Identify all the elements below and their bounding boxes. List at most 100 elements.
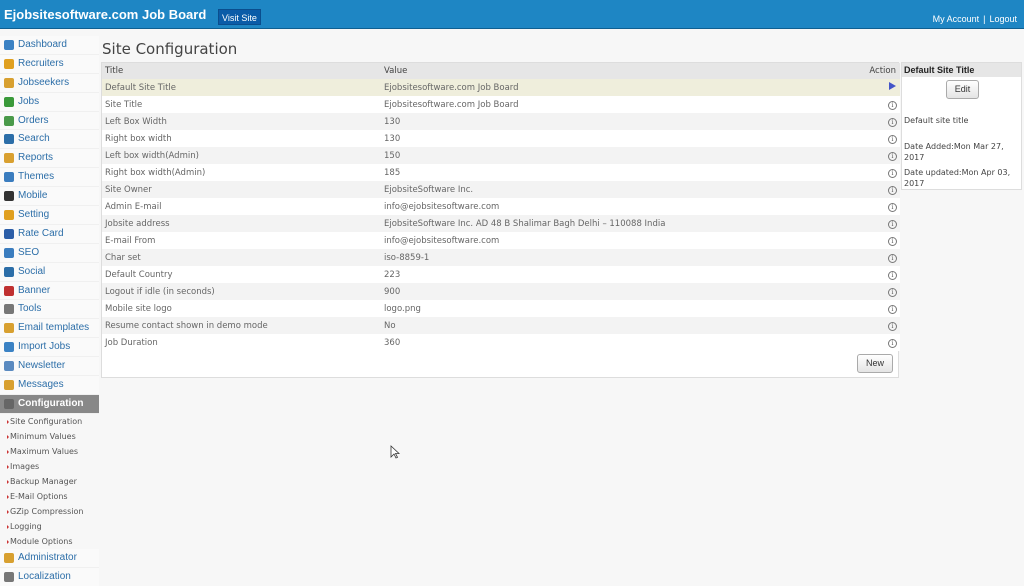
sidebar-item-email-templates[interactable]: Email templates: [0, 319, 99, 339]
table-row[interactable]: Char set iso-8859-1 i: [102, 249, 900, 266]
info-icon[interactable]: i: [888, 168, 897, 178]
table-row[interactable]: Admin E-mail info@ejobsitesoftware.com i: [102, 198, 900, 215]
table-row[interactable]: Resume contact shown in demo mode No i: [102, 317, 900, 334]
sidebar-item-search[interactable]: Search: [0, 130, 99, 150]
globe-icon: [4, 266, 14, 277]
config-table: Title Value Action Default Site Title Ejo…: [102, 63, 900, 351]
sidebar-item-dashboard[interactable]: Dashboard: [0, 36, 99, 55]
edit-button[interactable]: Edit: [946, 80, 979, 99]
sidebar-subitem-logging[interactable]: Logging: [0, 519, 99, 534]
sidebar-item-banner[interactable]: Banner: [0, 281, 99, 301]
sidebar-subitem-module-options[interactable]: Module Options: [0, 534, 99, 549]
table-row[interactable]: Default Country 223 i: [102, 266, 900, 283]
cell-value: 150: [381, 147, 831, 164]
cell-title: Site Owner: [102, 181, 381, 198]
sidebar-item-messages[interactable]: Messages: [0, 376, 99, 395]
table-row[interactable]: Default Site Title Ejobsitesoftware.com J…: [102, 79, 900, 96]
bar-chart-icon: [4, 247, 14, 258]
info-icon[interactable]: i: [888, 236, 897, 246]
cell-title: Admin E-mail: [102, 198, 381, 215]
info-icon[interactable]: i: [888, 100, 897, 110]
sidebar-item-tools[interactable]: Tools: [0, 300, 99, 320]
config-table-body: Default Site Title Ejobsitesoftware.com J…: [102, 79, 900, 351]
sidebar-item-import-jobs[interactable]: Import Jobs: [0, 338, 99, 358]
sidebar-item-label: Search: [18, 133, 50, 145]
sidebar-subitem-gzip-compression[interactable]: GZip Compression: [0, 504, 99, 519]
sidebar-item-rate-card[interactable]: Rate Card: [0, 224, 99, 244]
sidebar-item-reports[interactable]: Reports: [0, 149, 99, 169]
sidebar-item-jobs[interactable]: Jobs: [0, 92, 99, 112]
table-row[interactable]: Left box width(Admin) 150 i: [102, 147, 900, 164]
sidebar: Dashboard Recruiters Jobseekers Jobs Orders S…: [0, 36, 99, 586]
mail-icon: [4, 323, 14, 334]
sidebar-item-label: Themes: [18, 171, 55, 183]
sidebar-item-jobseekers[interactable]: Jobseekers: [0, 73, 99, 93]
sidebar-item-label: SEO: [18, 246, 40, 258]
cell-action: i: [831, 249, 900, 266]
selected-arrow-icon[interactable]: [889, 82, 896, 90]
info-icon[interactable]: i: [888, 134, 897, 144]
sidebar-item-mobile[interactable]: Mobile: [0, 187, 99, 207]
info-icon[interactable]: i: [888, 219, 897, 229]
table-row[interactable]: Jobsite address EjobsiteSoftware Inc. AD …: [102, 215, 900, 232]
sidebar-item-social[interactable]: Social: [0, 262, 99, 282]
table-row[interactable]: E-mail From info@ejobsitesoftware.com i: [102, 232, 900, 249]
sidebar-item-configuration[interactable]: Configuration: [0, 394, 99, 414]
info-icon[interactable]: i: [888, 253, 897, 263]
table-row[interactable]: Right box width 130 i: [102, 130, 900, 147]
table-row[interactable]: Right box width(Admin) 185 i: [102, 164, 900, 181]
info-icon[interactable]: i: [888, 202, 897, 212]
info-icon[interactable]: i: [888, 304, 897, 314]
sidebar-subitem-maximum-values[interactable]: Maximum Values: [0, 444, 99, 459]
info-icon[interactable]: i: [888, 117, 897, 127]
table-row[interactable]: Mobile site logo logo.png i: [102, 300, 900, 317]
info-icon[interactable]: i: [888, 287, 897, 297]
sidebar-subitem-images[interactable]: Images: [0, 459, 99, 474]
mobile-icon: [4, 191, 14, 202]
my-account-link[interactable]: My Account: [933, 14, 980, 24]
table-row[interactable]: Site Title Ejobsitesoftware.com Job Board…: [102, 96, 900, 113]
cell-value: iso-8859-1: [381, 249, 831, 266]
table-row[interactable]: Site Owner EjobsiteSoftware Inc. i: [102, 181, 900, 198]
info-icon[interactable]: i: [888, 321, 897, 331]
sidebar-item-administrator[interactable]: Administrator: [0, 548, 99, 568]
sidebar-item-newsletter[interactable]: Newsletter: [0, 357, 99, 377]
users-icon: [4, 77, 14, 88]
sidebar-item-seo[interactable]: SEO: [0, 243, 99, 263]
sidebar-item-themes[interactable]: Themes: [0, 168, 99, 188]
table-row[interactable]: Left Box Width 130 i: [102, 113, 900, 130]
config-icon: [4, 398, 14, 409]
logout-link[interactable]: Logout: [989, 14, 1017, 24]
sidebar-item-orders[interactable]: Orders: [0, 111, 99, 131]
cell-title: Resume contact shown in demo mode: [102, 317, 381, 334]
sidebar-subitem-minimum-values[interactable]: Minimum Values: [0, 429, 99, 444]
sidebar-subitem-e-mail-options[interactable]: E-Mail Options: [0, 489, 99, 504]
table-row[interactable]: Job Duration 360 i: [102, 334, 900, 351]
tools-icon: [4, 304, 14, 315]
cell-action: i: [831, 266, 900, 283]
table-row[interactable]: Logout if idle (in seconds) 900 i: [102, 283, 900, 300]
cell-action: i: [831, 317, 900, 334]
cell-value: info@ejobsitesoftware.com: [381, 232, 831, 249]
cart-icon: [4, 115, 14, 126]
info-icon[interactable]: i: [888, 151, 897, 161]
info-icon[interactable]: i: [888, 338, 897, 348]
info-icon[interactable]: i: [888, 270, 897, 280]
sidebar-item-setting[interactable]: Setting: [0, 206, 99, 225]
sidebar-item-localization[interactable]: Localization: [0, 567, 99, 586]
site-brand[interactable]: Ejobsitesoftware.com Job Board: [4, 7, 206, 22]
sidebar-subitem-backup-manager[interactable]: Backup Manager: [0, 474, 99, 489]
cell-value: 223: [381, 266, 831, 283]
info-icon[interactable]: i: [888, 185, 897, 195]
new-button[interactable]: New: [857, 354, 893, 373]
sidebar-subitem-site-configuration[interactable]: Site Configuration: [0, 414, 99, 429]
config-table-panel: Title Value Action Default Site Title Ejo…: [101, 62, 900, 378]
cell-action: i: [831, 130, 900, 147]
sidebar-item-recruiters[interactable]: Recruiters: [0, 54, 99, 74]
column-header-value: Value: [381, 63, 831, 79]
envelope-icon: [4, 380, 14, 391]
clock-icon: [4, 571, 14, 582]
sidebar-item-label: Tools: [18, 303, 42, 315]
visit-site-button[interactable]: Visit Site: [218, 9, 261, 25]
sidebar-item-label: Jobs: [18, 95, 40, 107]
